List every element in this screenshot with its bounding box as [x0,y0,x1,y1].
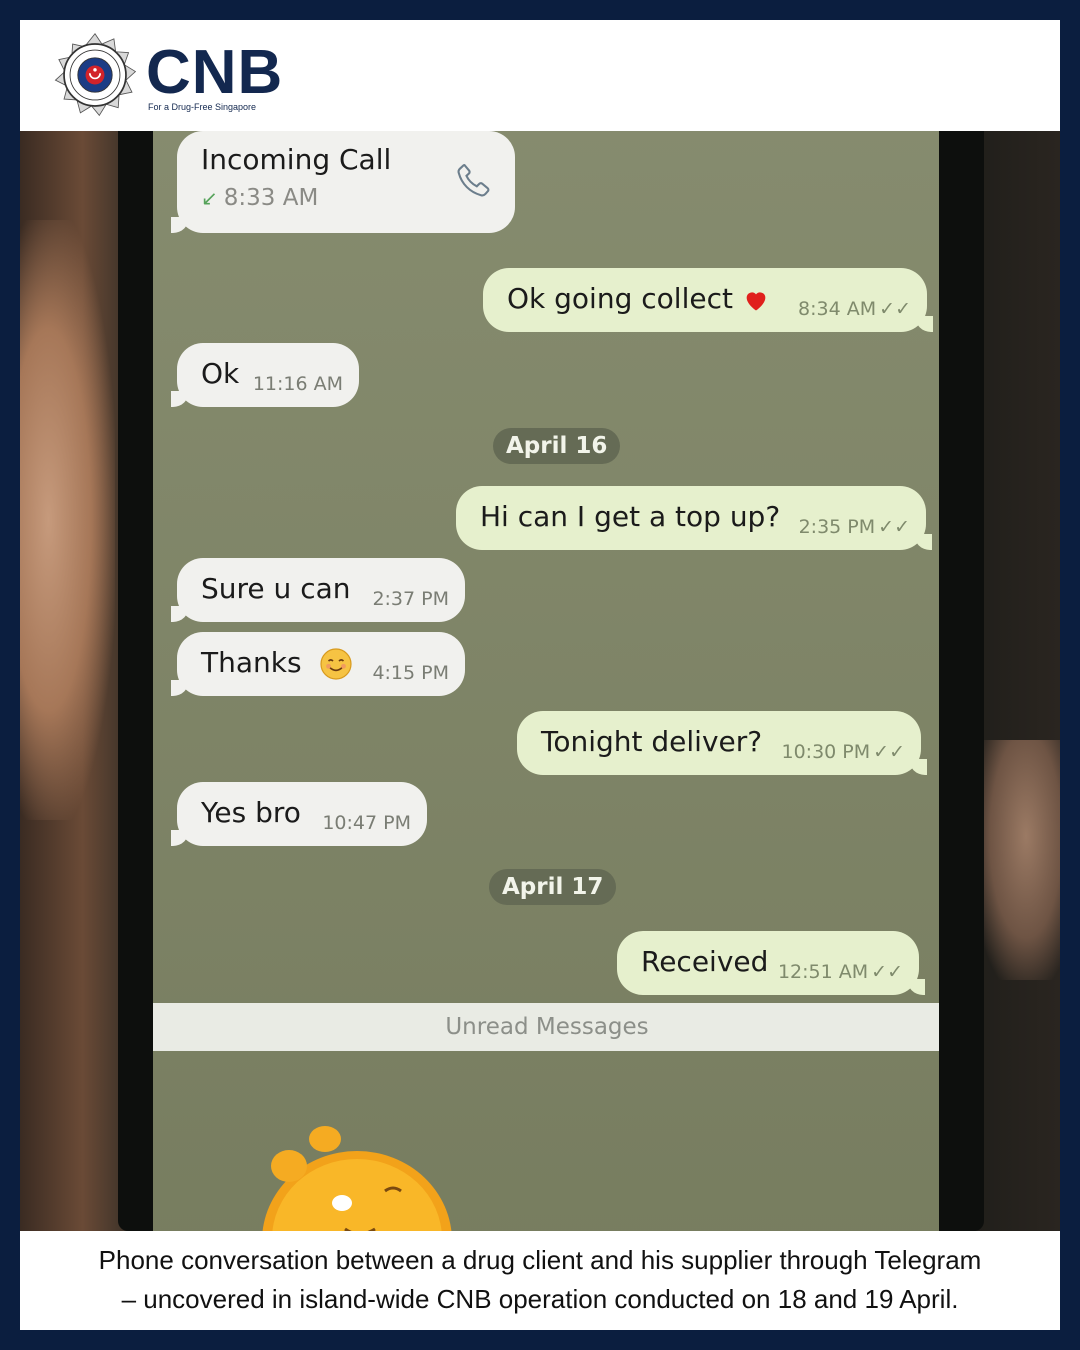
incoming-arrow-icon: ↙ [201,186,218,210]
message-time: 8:34 AM ✓✓ [798,298,911,320]
read-ticks-icon: ✓✓ [873,741,905,763]
incoming-call-bubble[interactable]: Incoming Call ↙ 8:33 AM [171,131,515,233]
brand-tagline: For a Drug-Free Singapore [148,102,257,112]
message-bubble-incoming[interactable]: Sure u can 2:37 PM [171,558,465,622]
message-text: Ok going collect [507,282,770,316]
hand-right [975,740,1060,980]
message-bubble-incoming[interactable]: Thanks 4:15 PM [171,632,465,696]
smiling-face-emoji-icon [320,648,353,680]
message-text: Ok [201,357,240,390]
message-text: Tonight deliver? [541,725,763,758]
message-text: Received [641,945,769,978]
message-text: Thanks [201,646,354,682]
message-time: 2:35 PM ✓✓ [798,516,910,538]
date-separator: April 17 [489,869,617,905]
message-bubble-outgoing[interactable]: Tonight deliver? 10:30 PM ✓✓ [517,711,927,775]
message-bubble-outgoing[interactable]: Ok going collect 8:34 AM ✓✓ [483,268,933,332]
duck-sticker-icon[interactable] [257,1121,457,1231]
message-time: 10:47 PM [322,812,411,834]
date-separator: April 16 [493,428,621,464]
red-heart-emoji-icon [746,292,766,311]
message-text: Hi can I get a top up? [480,500,781,533]
phone-icon[interactable] [453,159,495,201]
caption-line-1: Phone conversation between a drug client… [98,1245,982,1275]
chat-screen[interactable]: Incoming Call ↙ 8:33 AM Ok going collect … [153,131,939,1231]
read-ticks-icon: ✓✓ [871,961,903,983]
read-ticks-icon: ✓✓ [878,516,910,538]
hand-left [20,220,115,820]
message-time: 11:16 AM [252,373,343,395]
message-text: Sure u can [201,572,351,605]
read-ticks-icon: ✓✓ [879,298,911,320]
caption-line-2: – uncovered in island-wide CNB operation… [121,1284,959,1314]
brand-name: CNB [146,38,284,107]
incoming-call-label: Incoming Call [201,143,392,176]
message-bubble-incoming[interactable]: Yes bro 10:47 PM [171,782,427,846]
message-text: Yes bro [201,796,301,829]
post-frame: CNB For a Drug-Free Singapore Incoming C… [20,20,1060,1330]
header-banner: CNB For a Drug-Free Singapore [20,20,1060,131]
message-bubble-outgoing[interactable]: Received 12:51 AM ✓✓ [617,931,925,995]
message-time: 10:30 PM ✓✓ [781,741,906,763]
incoming-call-time: 8:33 AM [223,185,319,211]
unread-messages-divider: Unread Messages [153,1003,939,1051]
message-time: 2:37 PM [372,588,449,610]
message-time: 12:51 AM ✓✓ [777,961,903,983]
message-bubble-incoming[interactable]: Ok 11:16 AM [171,343,359,407]
photo-caption: Phone conversation between a drug client… [20,1231,1060,1330]
message-bubble-outgoing[interactable]: Hi can I get a top up? 2:35 PM ✓✓ [456,486,932,550]
incoming-call-time-row: ↙ 8:33 AM [201,185,318,211]
cnb-seal-logo [54,32,137,117]
message-time: 4:15 PM [372,662,449,684]
